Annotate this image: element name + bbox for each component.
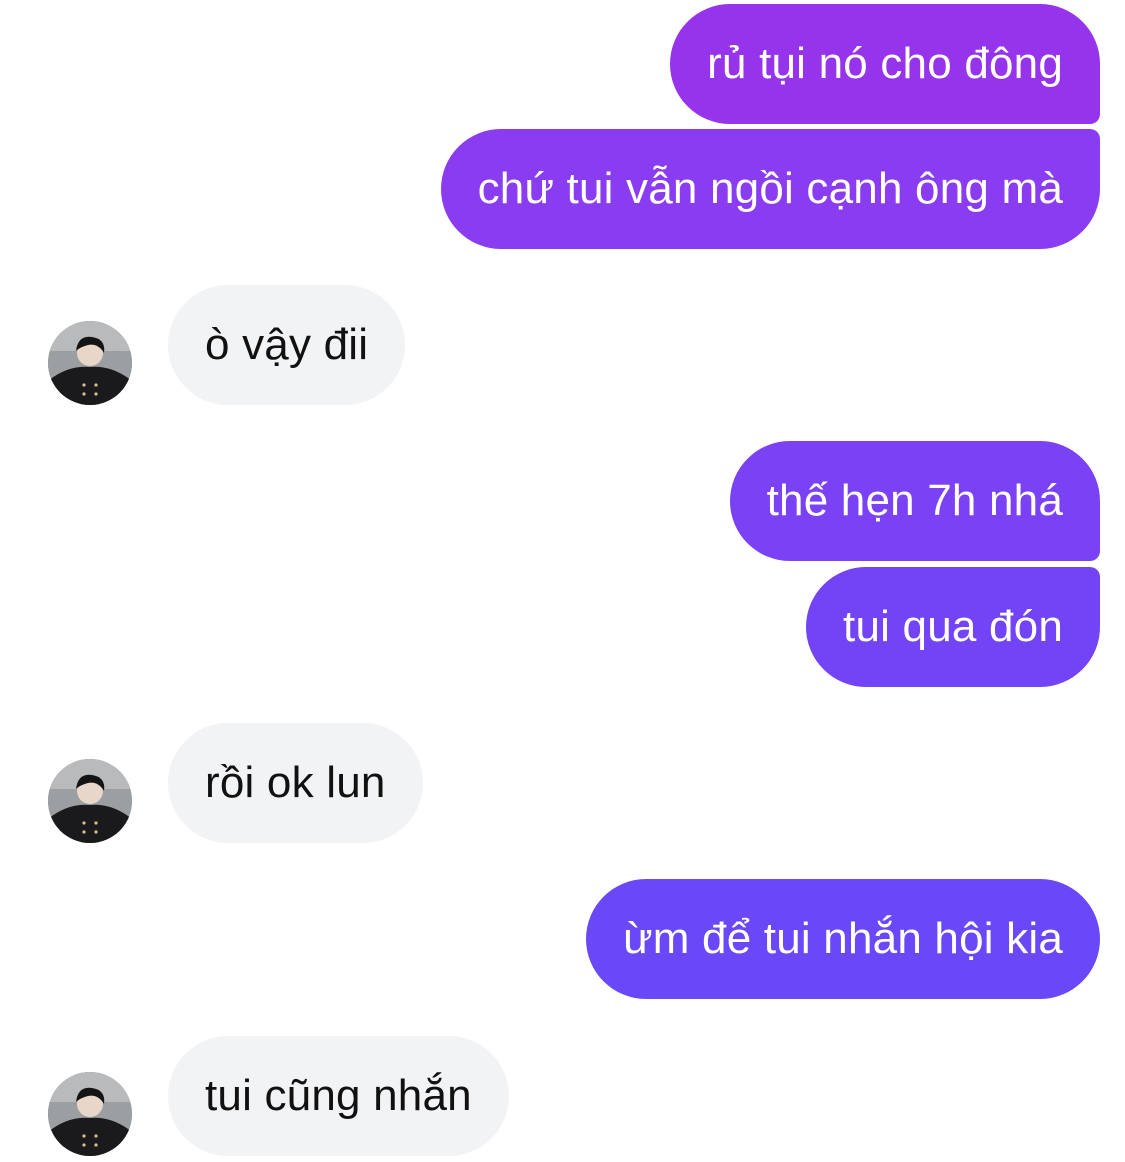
message-text: thế hẹn 7h nhá: [766, 476, 1063, 525]
message-text: rồi ok lun: [205, 758, 386, 807]
message-bubble-outgoing[interactable]: chứ tui vẫn ngồi cạnh ông mà: [440, 129, 1100, 249]
chat-thread: rủ tụi nó cho đông chứ tui vẫn ngồi cạnh…: [0, 0, 1125, 1162]
contact-avatar[interactable]: [48, 1072, 132, 1156]
message-bubble-outgoing[interactable]: rủ tụi nó cho đông: [670, 4, 1100, 124]
message-bubble-outgoing[interactable]: ừm để tui nhắn hội kia: [586, 879, 1100, 999]
person-photo-icon: [48, 321, 132, 405]
message-bubble-outgoing[interactable]: tui qua đón: [806, 567, 1100, 687]
message-text: chứ tui vẫn ngồi cạnh ông mà: [477, 164, 1063, 213]
person-photo-icon: [48, 759, 132, 843]
message-text: tui qua đón: [843, 602, 1063, 651]
contact-avatar[interactable]: [48, 759, 132, 843]
message-text: ừm để tui nhắn hội kia: [623, 914, 1063, 963]
message-text: rủ tụi nó cho đông: [707, 39, 1063, 88]
message-text: ò vậy đii: [205, 320, 369, 369]
message-bubble-incoming[interactable]: rồi ok lun: [168, 723, 423, 843]
person-photo-icon: [48, 1072, 132, 1156]
message-bubble-incoming[interactable]: ò vậy đii: [168, 285, 406, 405]
message-text: tui cũng nhắn: [205, 1071, 472, 1120]
contact-avatar[interactable]: [48, 321, 132, 405]
message-bubble-outgoing[interactable]: thế hẹn 7h nhá: [729, 441, 1100, 561]
message-bubble-incoming[interactable]: tui cũng nhắn: [168, 1036, 509, 1156]
